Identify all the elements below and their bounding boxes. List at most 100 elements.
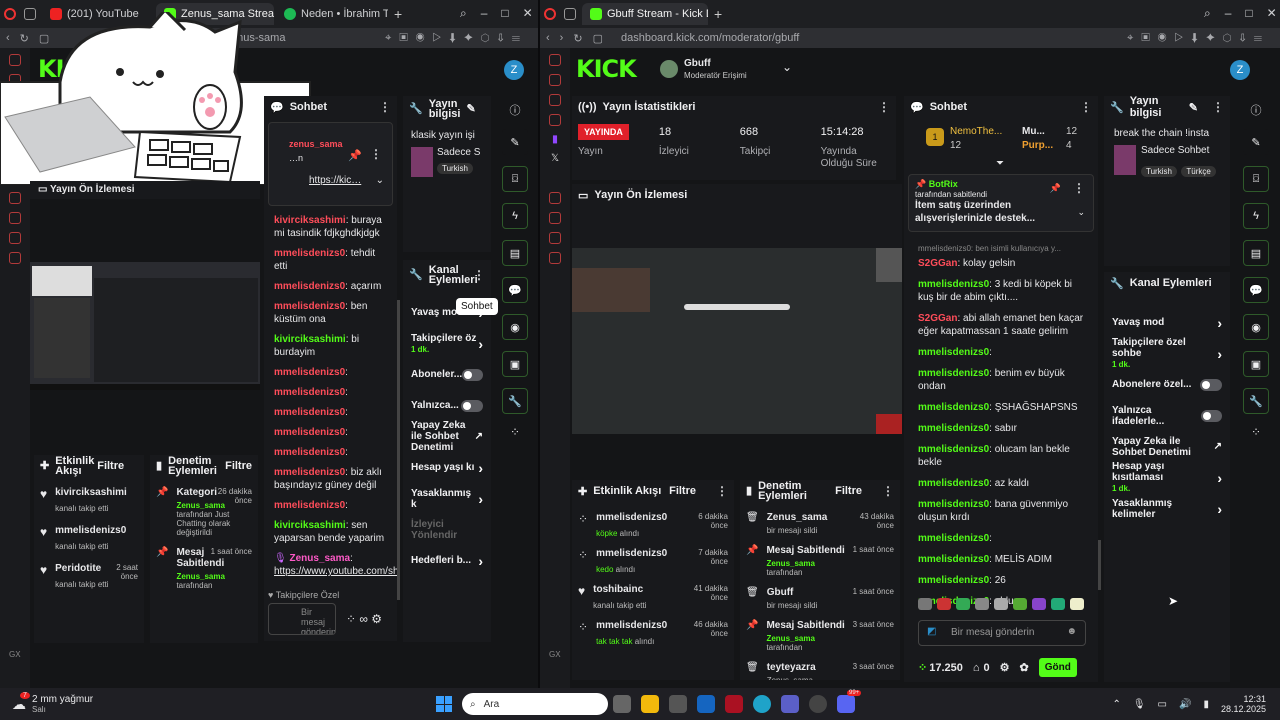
- pinned-link[interactable]: https://kic…: [309, 175, 361, 186]
- battery-icon[interactable]: ▮: [1203, 699, 1209, 710]
- chat-username[interactable]: mmelisdenizs0: [274, 248, 345, 259]
- activity-menu[interactable]: ⋮: [716, 484, 728, 498]
- edit-icon[interactable]: ✎: [466, 104, 475, 115]
- minimize-button[interactable]: –: [1225, 6, 1232, 21]
- chat-username[interactable]: mmelisdenizs0: [918, 478, 989, 489]
- channel-action-4[interactable]: Yapay Zeka ile Sohbet Denetimi ↗: [403, 420, 491, 453]
- channel-action-5[interactable]: Hesap yaşı kısıtlaması 1 dk. ›: [1104, 461, 1230, 493]
- broadcast-tool-button[interactable]: ◉: [502, 314, 528, 340]
- edit-tool-button[interactable]: ✎: [502, 129, 528, 155]
- x-icon[interactable]: 𝕏: [551, 153, 559, 164]
- send-button[interactable]: Gönd: [1038, 658, 1077, 677]
- moderation-menu[interactable]: ⋮: [882, 485, 894, 497]
- chat-username[interactable]: kivirciksashimi: [274, 334, 346, 345]
- sidebar-icon-6[interactable]: [9, 212, 21, 224]
- chat-username[interactable]: mmelisdenizs0: [274, 407, 345, 418]
- chat-username[interactable]: mmelisdenizs0: [918, 279, 989, 290]
- notes-tool-button[interactable]: ▤: [1243, 240, 1269, 266]
- vod-tool-button[interactable]: ⌼: [502, 166, 528, 192]
- maximize-button[interactable]: □: [1245, 6, 1252, 21]
- chatgpt-icon[interactable]: [809, 695, 827, 713]
- stats-menu[interactable]: ⋮: [878, 100, 890, 114]
- chat-link[interactable]: https://www.youtube.com/shorts/SJaUfwtw0…: [274, 566, 397, 577]
- sidebar-icon-8[interactable]: [9, 252, 21, 264]
- emote-2[interactable]: [937, 598, 951, 610]
- chevron-down-icon[interactable]: ⌄: [1077, 207, 1085, 218]
- outlook-icon[interactable]: [697, 695, 715, 713]
- left-preview-video[interactable]: [30, 262, 260, 390]
- close-button[interactable]: ✕: [523, 6, 533, 21]
- sidebar-icon-4[interactable]: [549, 114, 561, 126]
- opera-gx-icon[interactable]: [725, 695, 743, 713]
- activity-filter[interactable]: Filtre: [669, 485, 696, 497]
- emote-6[interactable]: [1013, 598, 1027, 610]
- edge-icon[interactable]: [753, 695, 771, 713]
- tag-chip-1[interactable]: Turkish: [1141, 166, 1177, 177]
- pinned-message[interactable]: 📌 ⋮ zenus_sama …n https://kic… ⌄: [268, 122, 393, 206]
- chat-username[interactable]: mmelisdenizs0: [918, 499, 989, 510]
- channel-action-2[interactable]: Aboneler...: [403, 360, 491, 389]
- emote-4[interactable]: [975, 598, 989, 610]
- stream-info-menu[interactable]: ⋮: [1212, 100, 1224, 114]
- emote-1[interactable]: [918, 598, 932, 610]
- sidebar-icon-7[interactable]: [549, 232, 561, 244]
- sidebar-icon-6[interactable]: [549, 212, 561, 224]
- tab-gbuff-stream[interactable]: Gbuff Stream - Kick Da: [582, 3, 708, 25]
- emote-3[interactable]: [956, 598, 970, 610]
- discord-icon[interactable]: 99+: [837, 690, 862, 713]
- start-button[interactable]: [436, 696, 452, 712]
- layout-tool-button[interactable]: ▣: [1243, 351, 1269, 377]
- collapse-leaderboard[interactable]: ⏷: [996, 158, 1004, 169]
- teams-icon[interactable]: [781, 695, 799, 713]
- activity-filter[interactable]: Filtre: [97, 461, 124, 472]
- info-icon[interactable]: ⓘ: [1251, 102, 1262, 118]
- minimize-button[interactable]: –: [481, 6, 488, 21]
- store-icon[interactable]: [669, 695, 687, 713]
- taskbar-search[interactable]: ⌕ Ara: [462, 693, 608, 715]
- left-chat-scrollbar[interactable]: [397, 300, 400, 600]
- sidebar-icon-8[interactable]: [549, 252, 561, 264]
- toolbar-icons[interactable]: ⌖▣◉▷⬇✦⬡⇩☰: [1127, 32, 1270, 45]
- sidebar-icon-7[interactable]: [9, 232, 21, 244]
- channel-action-4[interactable]: Yapay Zeka ile Sohbet Denetimi ↗: [1104, 432, 1230, 461]
- system-tray[interactable]: ⌃ 🎙 ▭ 🔊 ▮ 12:31 28.12.2025: [1112, 694, 1266, 714]
- chevron-up-icon[interactable]: ⌃: [1112, 699, 1120, 710]
- chat-username[interactable]: mmelisdenizs0: [274, 467, 345, 478]
- stream-info-menu[interactable]: ⋮: [490, 103, 491, 115]
- chat-menu-button[interactable]: ⋮: [1080, 100, 1092, 114]
- twitch-icon[interactable]: ▮: [552, 134, 558, 145]
- toggle-switch[interactable]: [461, 399, 483, 412]
- chat-username[interactable]: mmelisdenizs0: [274, 447, 345, 458]
- toggle-switch[interactable]: [462, 368, 483, 381]
- emote-7[interactable]: [1032, 598, 1046, 610]
- display-icon[interactable]: ▭: [1158, 699, 1167, 710]
- emote-bar[interactable]: [918, 598, 1086, 610]
- toggle-switch[interactable]: [1200, 378, 1222, 391]
- file-explorer-icon[interactable]: [641, 695, 659, 713]
- channel-action-1[interactable]: Takipçilere özel sohbe 1 dk. ›: [1104, 337, 1230, 369]
- chat-username[interactable]: mmelisdenizs0: [274, 281, 345, 292]
- pinned-menu[interactable]: ⋮: [1073, 181, 1085, 195]
- pinned-menu[interactable]: ⋮: [370, 147, 382, 161]
- forward-icon[interactable]: ›: [560, 32, 564, 44]
- notes-tool-button[interactable]: ▤: [502, 240, 528, 266]
- right-chat-scrollbar[interactable]: [1098, 540, 1101, 590]
- tag-chip-2[interactable]: Türkçe: [1181, 166, 1216, 177]
- toggle-switch[interactable]: [1201, 409, 1222, 422]
- emote-5[interactable]: [994, 598, 1008, 610]
- chat-username[interactable]: kivirciksashimi: [274, 520, 346, 531]
- chat-username[interactable]: mmelisdenizs0: [274, 301, 345, 312]
- channel-action-7[interactable]: İzleyici Yönlendir: [403, 515, 491, 544]
- layout-tool-button[interactable]: ▣: [502, 351, 528, 377]
- maximize-button[interactable]: □: [501, 6, 508, 21]
- chat-input[interactable]: ◩ Bir mesaj gönderin ☻: [918, 620, 1086, 646]
- channel-actions-menu[interactable]: ⋮: [473, 269, 485, 281]
- bolt-tool-button[interactable]: ϟ: [502, 203, 528, 229]
- emote-9[interactable]: [1070, 598, 1084, 610]
- address-bar[interactable]: ‹ › ↻ ▢ dashboard.kick.com/moderator/gbuff …: [540, 28, 1280, 48]
- edit-tool-button[interactable]: ✎: [1243, 129, 1269, 155]
- channel-action-3[interactable]: Yalnızca...: [403, 391, 491, 420]
- activity-menu[interactable]: ⋮: [140, 460, 144, 472]
- channel-switch-chevron[interactable]: ⌄: [782, 60, 792, 74]
- channel-avatar[interactable]: [660, 60, 678, 78]
